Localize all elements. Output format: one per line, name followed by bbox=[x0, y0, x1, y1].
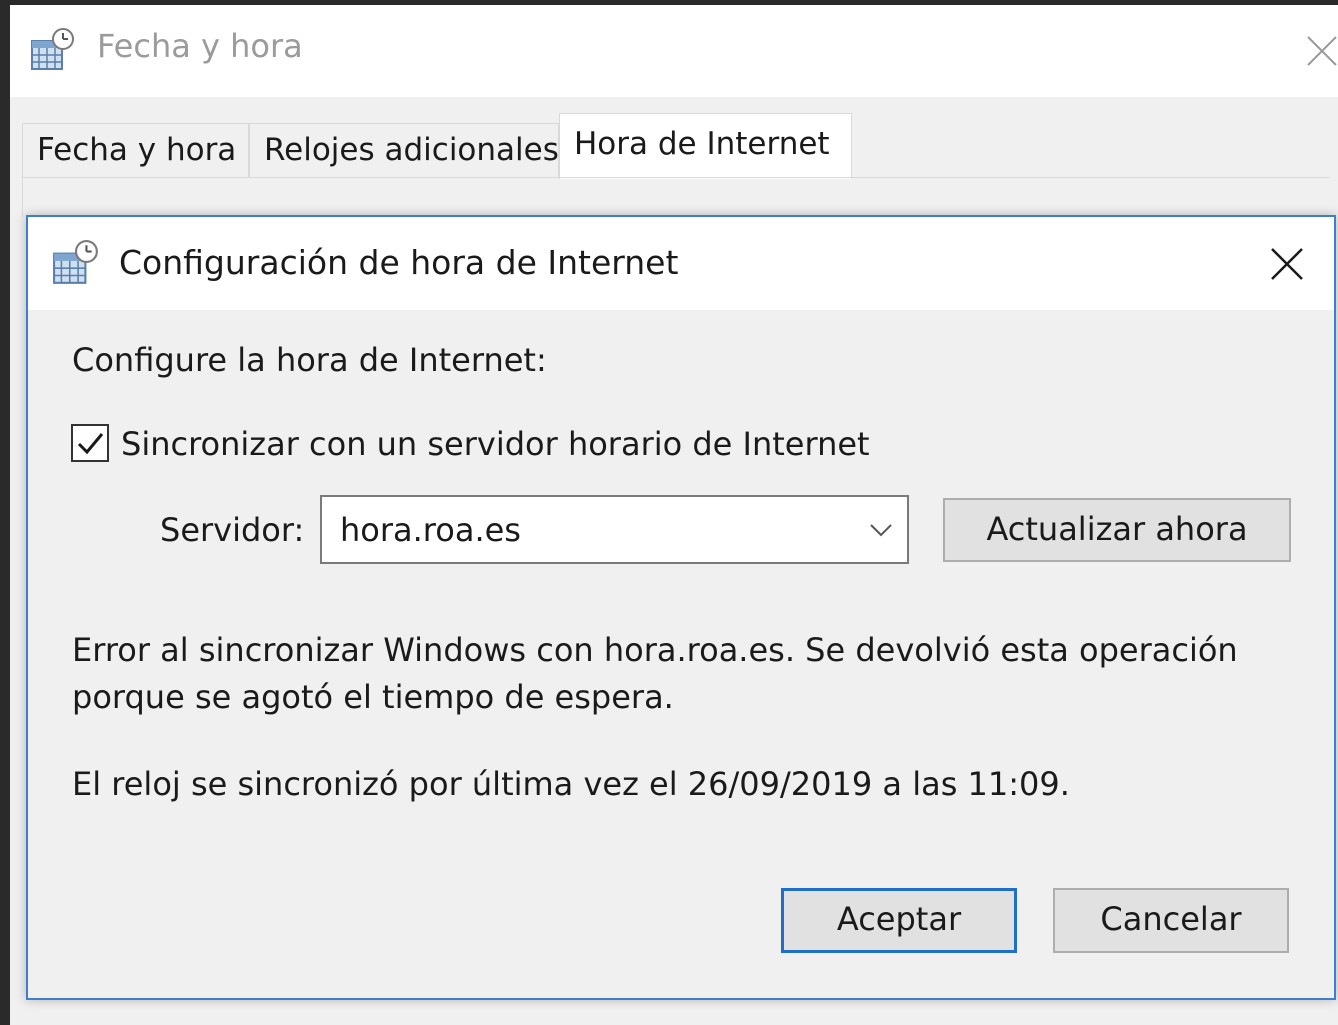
cancel-button[interactable]: Cancelar bbox=[1053, 888, 1289, 953]
close-icon[interactable] bbox=[1302, 25, 1338, 75]
date-time-settings-icon bbox=[52, 239, 100, 287]
tab-strip: Fecha y hora Relojes adicionales Hora de… bbox=[22, 113, 1330, 179]
close-icon[interactable] bbox=[1264, 241, 1310, 287]
sync-checkbox-label[interactable]: Sincronizar con un servidor horario de I… bbox=[121, 425, 870, 463]
window-titlebar: Fecha y hora bbox=[10, 5, 1338, 97]
tab-fecha-y-hora[interactable]: Fecha y hora bbox=[22, 123, 249, 177]
tab-panel-border bbox=[22, 177, 1330, 178]
chevron-down-icon bbox=[868, 519, 894, 541]
tab-hora-de-internet[interactable]: Hora de Internet bbox=[559, 113, 852, 179]
sync-checkbox[interactable] bbox=[71, 424, 109, 462]
last-sync-status: El reloj se sincronizó por última vez el… bbox=[72, 765, 1070, 803]
settings-heading: Configure la hora de Internet: bbox=[72, 341, 547, 379]
dialog-title: Configuración de hora de Internet bbox=[119, 243, 679, 282]
date-time-settings-icon bbox=[30, 27, 76, 73]
update-now-button[interactable]: Actualizar ahora bbox=[943, 498, 1291, 562]
ok-button[interactable]: Aceptar bbox=[781, 888, 1017, 953]
server-dropdown[interactable]: hora.roa.es bbox=[320, 495, 909, 564]
sync-error-message: Error al sincronizar Windows con hora.ro… bbox=[72, 631, 1238, 716]
server-label: Servidor: bbox=[160, 511, 305, 549]
tab-panel-border-left bbox=[22, 177, 23, 217]
checkmark-icon bbox=[77, 433, 104, 455]
dialog-titlebar: Configuración de hora de Internet bbox=[28, 217, 1334, 310]
server-value: hora.roa.es bbox=[340, 511, 521, 549]
internet-time-settings-dialog: Configuración de hora de Internet Config… bbox=[26, 215, 1336, 1000]
window-title: Fecha y hora bbox=[97, 27, 303, 65]
tab-relojes-adicionales[interactable]: Relojes adicionales bbox=[249, 123, 559, 177]
